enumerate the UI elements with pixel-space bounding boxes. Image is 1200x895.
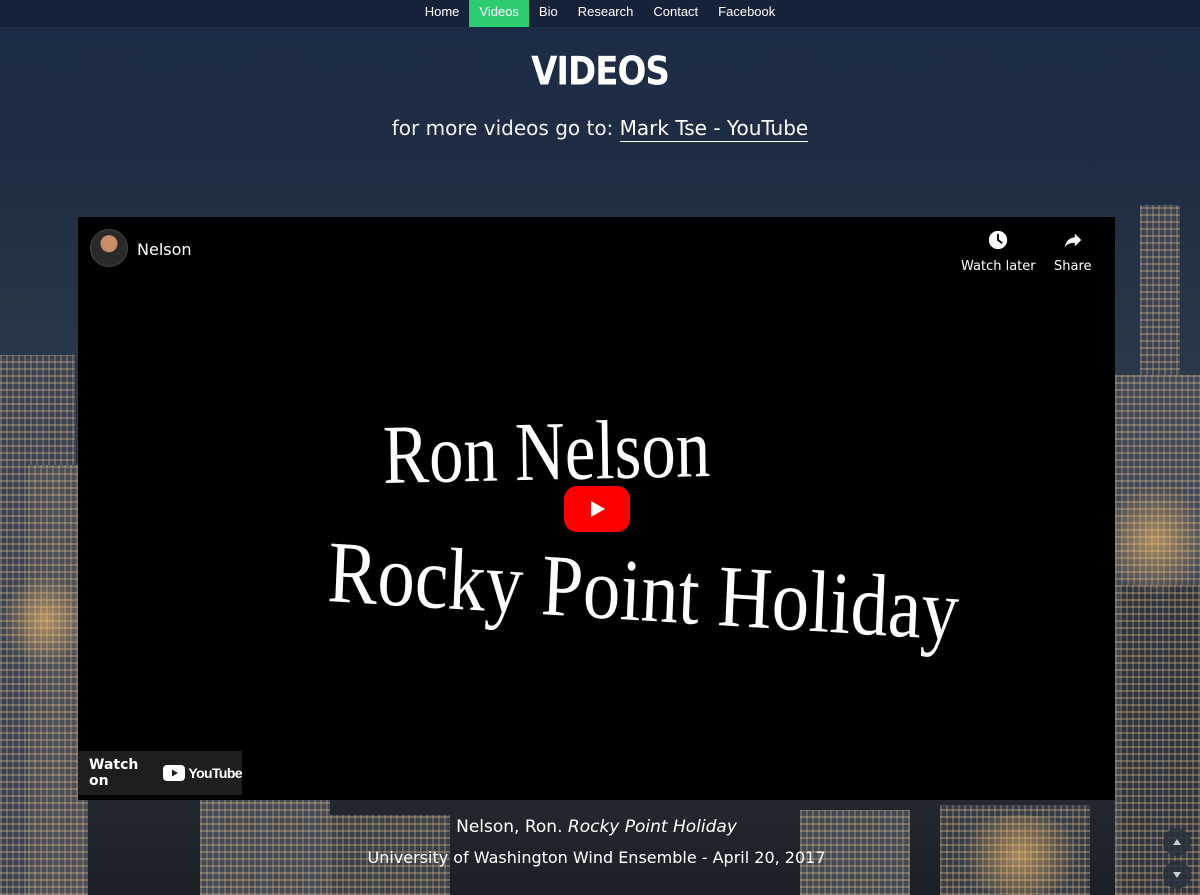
- chevron-up-icon: [1173, 839, 1181, 845]
- watch-on-label: Watch on: [89, 757, 139, 789]
- page-title: VIDEOS: [531, 49, 670, 95]
- channel-avatar[interactable]: [90, 229, 128, 267]
- top-navbar: Home Videos Bio Research Contact Faceboo…: [0, 0, 1200, 27]
- play-icon: [591, 501, 605, 517]
- scroll-up-button[interactable]: [1163, 828, 1191, 856]
- nav-videos[interactable]: Videos: [469, 0, 529, 27]
- clock-icon: [989, 230, 1008, 250]
- more-videos-text: for more videos go to: Mark Tse - YouTub…: [0, 116, 1200, 142]
- youtube-channel-link[interactable]: Mark Tse - YouTube: [619, 116, 809, 142]
- video-player[interactable]: Nelson Watch later Share Ron Nelson Rock…: [78, 217, 1115, 800]
- watch-on-youtube-button[interactable]: Watch on YouTube: [78, 751, 243, 795]
- channel-name[interactable]: Nelson: [137, 240, 192, 259]
- youtube-wordmark: YouTube: [188, 765, 242, 781]
- share-button[interactable]: Share: [1054, 229, 1092, 275]
- video-title-frame-line1: Ron Nelson: [382, 402, 711, 502]
- watch-later-button[interactable]: Watch later: [961, 229, 1036, 275]
- video-title-frame-line2: Rocky Point Holiday: [325, 524, 961, 660]
- nav-contact[interactable]: Contact: [643, 0, 708, 27]
- nav-research[interactable]: Research: [568, 0, 644, 27]
- video-caption-title: Nelson, Ron. Rocky Point Holiday: [0, 817, 1193, 837]
- caption-piece-title: Rocky Point Holiday: [567, 817, 737, 837]
- nav-facebook[interactable]: Facebook: [708, 0, 785, 27]
- caption-composer: Nelson, Ron.: [456, 817, 568, 837]
- nav-home[interactable]: Home: [415, 0, 470, 27]
- play-button[interactable]: [564, 486, 630, 532]
- share-arrow-icon: [1064, 233, 1081, 248]
- video-caption-performer: University of Washington Wind Ensemble -…: [367, 848, 826, 867]
- more-videos-prefix: for more videos go to:: [391, 116, 620, 140]
- youtube-logo: YouTube: [163, 765, 243, 781]
- share-label: Share: [1054, 259, 1092, 274]
- nav-bio[interactable]: Bio: [529, 0, 568, 27]
- watch-later-label: Watch later: [961, 259, 1036, 274]
- youtube-play-icon: [163, 765, 186, 781]
- chevron-down-icon: [1173, 872, 1181, 878]
- scroll-down-button[interactable]: [1163, 861, 1191, 889]
